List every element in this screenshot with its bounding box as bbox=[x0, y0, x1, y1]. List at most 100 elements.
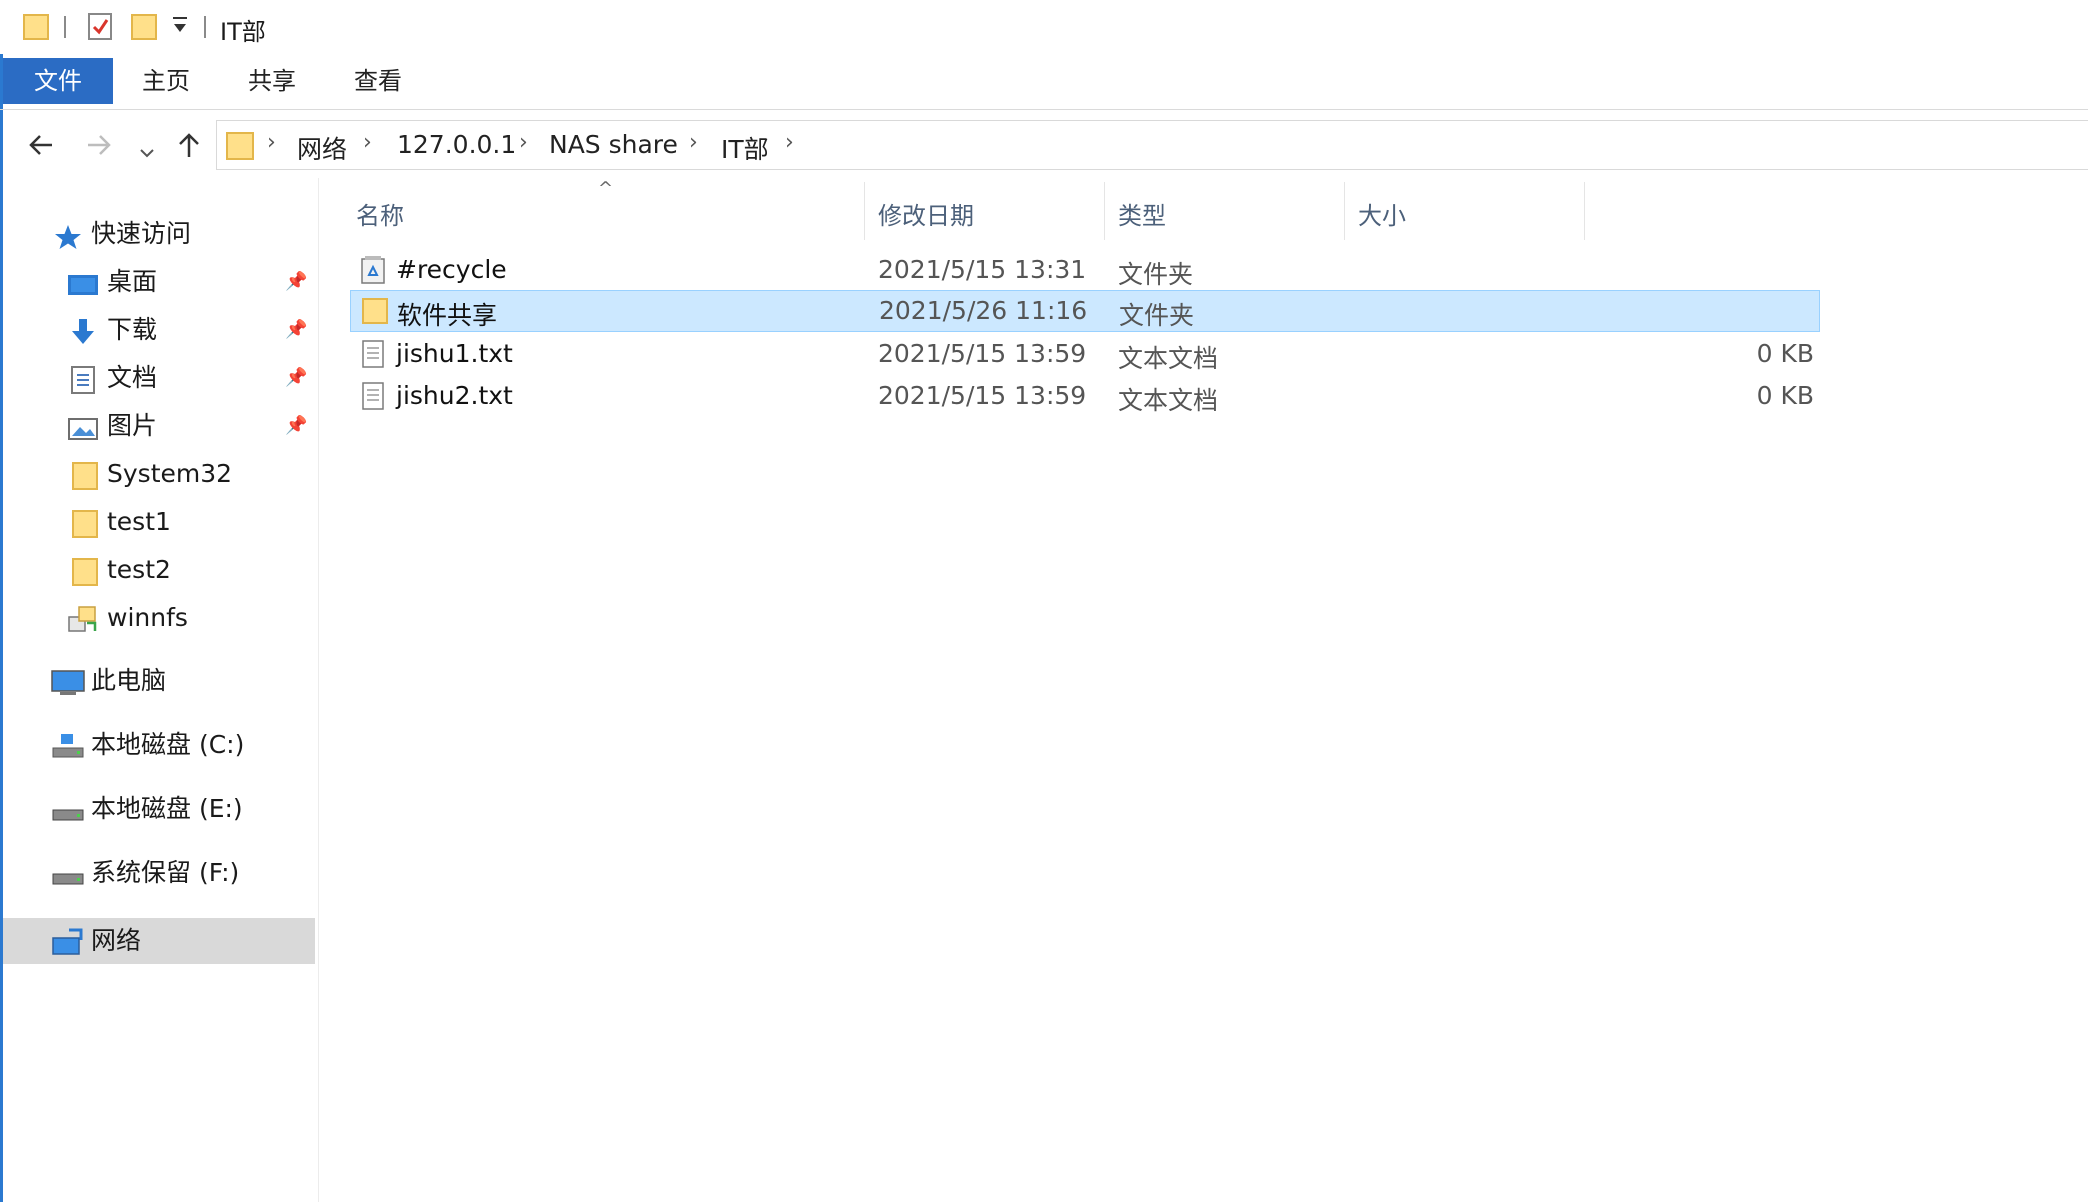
file-name: jishu1.txt bbox=[396, 339, 513, 368]
properties-checkmark-icon[interactable] bbox=[86, 11, 114, 45]
system-drive-icon bbox=[51, 731, 84, 759]
pin-icon[interactable]: 📌 bbox=[285, 403, 307, 449]
sidebar-item-label: System32 bbox=[107, 459, 233, 488]
breadcrumb-chevron-icon[interactable]: › bbox=[689, 130, 698, 155]
tab-file[interactable]: 文件 bbox=[3, 58, 113, 104]
sidebar-item-label: 系统保留 (F:) bbox=[91, 858, 240, 887]
text-file-icon bbox=[360, 381, 386, 411]
column-header-date[interactable]: 修改日期 bbox=[878, 192, 1098, 240]
recent-locations-chevron-icon[interactable] bbox=[138, 136, 156, 169]
sidebar-item-label: 此电脑 bbox=[91, 666, 167, 695]
desktop-icon bbox=[67, 268, 98, 296]
column-divider[interactable] bbox=[1584, 182, 1585, 240]
window-title: IT部 bbox=[220, 18, 266, 46]
sidebar-item-downloads[interactable]: 下载 📌 bbox=[3, 307, 313, 353]
forward-arrow-icon[interactable] bbox=[84, 130, 114, 167]
up-arrow-icon[interactable] bbox=[174, 130, 204, 167]
file-type: 文本文档 bbox=[1118, 386, 1219, 415]
pictures-icon bbox=[67, 412, 98, 440]
sidebar-item-test1[interactable]: test1 bbox=[3, 499, 313, 545]
folder-icon bbox=[361, 296, 388, 326]
sidebar-item-label: winnfs bbox=[107, 603, 188, 632]
sidebar-item-network[interactable]: 网络 bbox=[3, 918, 315, 964]
file-name: #recycle bbox=[396, 255, 507, 284]
divider bbox=[64, 16, 66, 38]
network-folder-icon bbox=[67, 604, 97, 632]
sidebar-item-label: 本地磁盘 (C:) bbox=[91, 730, 245, 759]
documents-icon bbox=[69, 364, 99, 394]
column-header-name[interactable]: 名称 bbox=[356, 192, 856, 240]
file-row[interactable]: jishu1.txt 2021/5/15 13:59 文本文档 0 KB bbox=[350, 333, 1820, 375]
sidebar-item-drive-f[interactable]: 系统保留 (F:) bbox=[3, 850, 313, 896]
sidebar-item-label: 桌面 bbox=[107, 267, 158, 296]
file-size: 0 KB bbox=[1756, 381, 1814, 410]
drive-icon bbox=[51, 795, 84, 823]
download-icon bbox=[67, 316, 97, 344]
back-arrow-icon[interactable] bbox=[26, 130, 56, 167]
star-icon bbox=[53, 220, 83, 249]
recycle-folder-icon bbox=[360, 255, 386, 285]
file-size: 0 KB bbox=[1756, 339, 1814, 368]
file-type: 文件夹 bbox=[1118, 260, 1194, 289]
breadcrumb-chevron-icon[interactable]: › bbox=[519, 130, 528, 155]
file-type: 文件夹 bbox=[1119, 301, 1195, 330]
file-date: 2021/5/15 13:59 bbox=[878, 339, 1087, 368]
ribbon-tabs: 文件 主页 共享 查看 bbox=[0, 58, 2088, 110]
sidebar-item-winnfs[interactable]: winnfs bbox=[3, 595, 313, 641]
customize-toolbar-dropdown-icon[interactable] bbox=[170, 14, 190, 42]
pin-icon[interactable]: 📌 bbox=[285, 259, 307, 305]
file-date: 2021/5/15 13:59 bbox=[878, 381, 1087, 410]
sidebar-item-quick-access[interactable]: 快速访问 bbox=[3, 211, 313, 257]
breadcrumb-it-dept[interactable]: IT部 bbox=[721, 130, 769, 166]
folder-icon bbox=[71, 460, 101, 490]
file-row-selected[interactable]: 软件共享 2021/5/26 11:16 文件夹 bbox=[350, 290, 1820, 332]
sidebar-item-desktop[interactable]: 桌面 📌 bbox=[3, 259, 313, 305]
folder-icon bbox=[71, 556, 101, 586]
sidebar-item-this-pc[interactable]: 此电脑 bbox=[3, 658, 313, 704]
sidebar-item-drive-e[interactable]: 本地磁盘 (E:) bbox=[3, 786, 313, 832]
file-row[interactable]: #recycle 2021/5/15 13:31 文件夹 bbox=[350, 249, 1820, 291]
column-divider[interactable] bbox=[864, 182, 865, 240]
column-divider[interactable] bbox=[1344, 182, 1345, 240]
tab-view[interactable]: 查看 bbox=[332, 58, 424, 104]
title-bar: IT部 bbox=[0, 0, 2088, 54]
file-date: 2021/5/26 11:16 bbox=[879, 296, 1088, 325]
breadcrumb-nas-share[interactable]: NAS share bbox=[549, 130, 678, 159]
column-header-size[interactable]: 大小 bbox=[1358, 192, 1558, 240]
drive-icon bbox=[51, 859, 84, 887]
pin-icon[interactable]: 📌 bbox=[285, 355, 307, 401]
navigation-pane: 快速访问 桌面 📌 下载 📌 文档 📌 图片 📌 System32 test1 … bbox=[3, 178, 319, 1202]
file-row[interactable]: jishu2.txt 2021/5/15 13:59 文本文档 0 KB bbox=[350, 375, 1820, 417]
divider bbox=[204, 16, 206, 38]
new-folder-icon[interactable] bbox=[130, 11, 158, 45]
address-bar[interactable]: › 网络 › 127.0.0.1 › NAS share › IT部 › bbox=[216, 120, 2088, 170]
column-divider[interactable] bbox=[1104, 182, 1105, 240]
sidebar-item-test2[interactable]: test2 bbox=[3, 547, 313, 593]
sidebar-item-label: 本地磁盘 (E:) bbox=[91, 794, 243, 823]
tab-share[interactable]: 共享 bbox=[226, 58, 318, 104]
sidebar-item-system32[interactable]: System32 bbox=[3, 451, 313, 497]
breadcrumb-host[interactable]: 127.0.0.1 bbox=[397, 130, 516, 159]
breadcrumb-chevron-icon[interactable]: › bbox=[785, 130, 794, 155]
sidebar-item-label: test1 bbox=[107, 507, 171, 536]
sidebar-item-label: 图片 bbox=[107, 411, 158, 440]
file-name: jishu2.txt bbox=[396, 381, 513, 410]
breadcrumb-chevron-icon[interactable]: › bbox=[267, 130, 276, 155]
folder-icon bbox=[71, 508, 101, 538]
navigation-bar: › 网络 › 127.0.0.1 › NAS share › IT部 › bbox=[0, 118, 2088, 172]
breadcrumb-network[interactable]: 网络 bbox=[297, 130, 347, 166]
network-icon bbox=[51, 927, 83, 955]
sidebar-item-drive-c[interactable]: 本地磁盘 (C:) bbox=[3, 722, 313, 768]
column-header-type[interactable]: 类型 bbox=[1118, 192, 1338, 240]
sidebar-item-pictures[interactable]: 图片 📌 bbox=[3, 403, 313, 449]
breadcrumb-chevron-icon[interactable]: › bbox=[363, 130, 372, 155]
sidebar-item-label: test2 bbox=[107, 555, 171, 584]
tab-home[interactable]: 主页 bbox=[120, 58, 212, 104]
sidebar-item-label: 网络 bbox=[91, 926, 142, 955]
folder-icon bbox=[22, 11, 50, 45]
pin-icon[interactable]: 📌 bbox=[285, 307, 307, 353]
sidebar-item-label: 下载 bbox=[107, 315, 158, 344]
sidebar-item-label: 文档 bbox=[107, 363, 158, 392]
folder-icon bbox=[225, 129, 255, 165]
sidebar-item-documents[interactable]: 文档 📌 bbox=[3, 355, 313, 401]
